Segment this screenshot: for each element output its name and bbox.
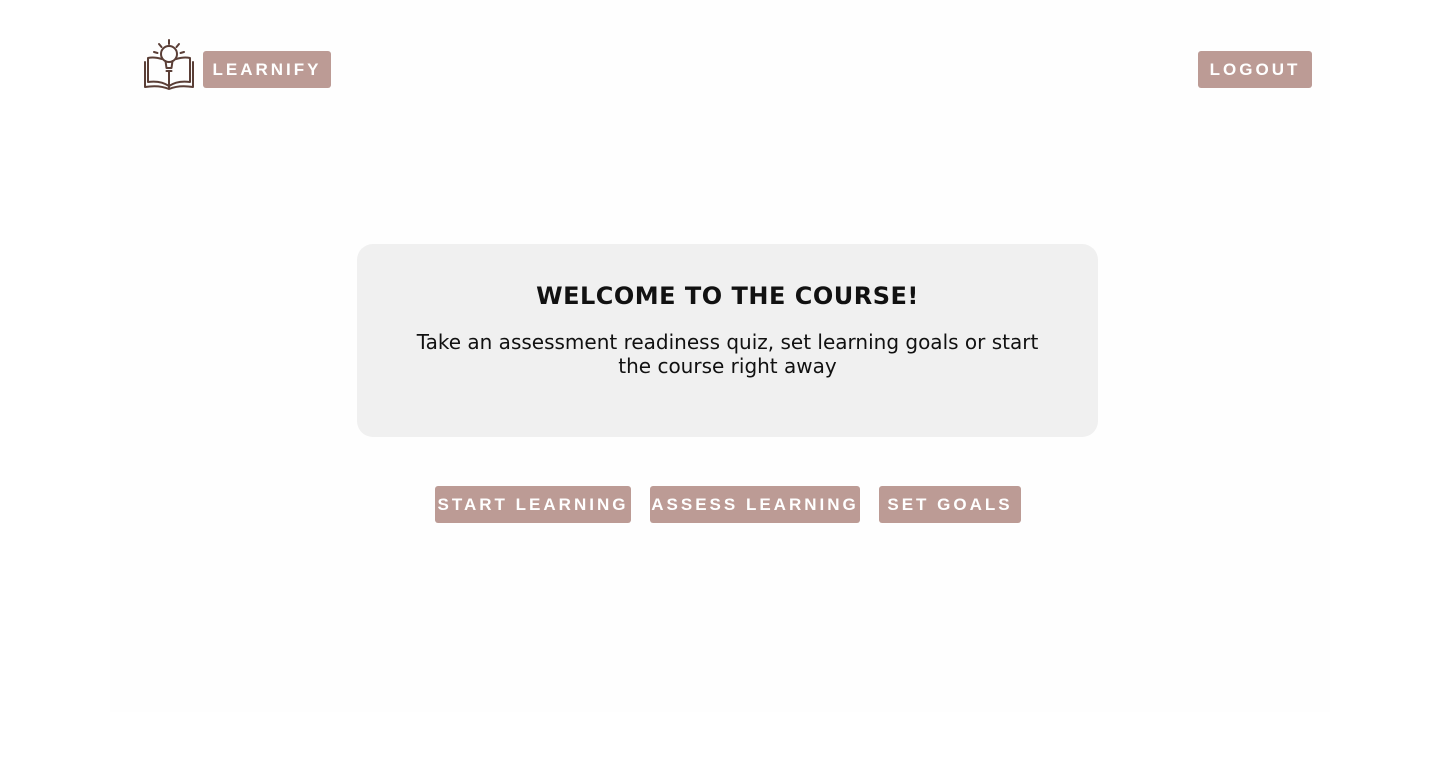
page: LEARNIFY LOGOUT WELCOME TO THE COURSE! T… (0, 0, 1440, 768)
welcome-title: WELCOME TO THE COURSE! (536, 282, 919, 310)
welcome-subtitle: Take an assessment readiness quiz, set l… (416, 330, 1039, 378)
book-lightbulb-icon[interactable] (142, 38, 196, 92)
logout-button[interactable]: LOGOUT (1198, 51, 1312, 88)
set-goals-button[interactable]: SET GOALS (879, 486, 1021, 523)
welcome-card: WELCOME TO THE COURSE! Take an assessmen… (357, 244, 1098, 437)
start-learning-button[interactable]: START LEARNING (435, 486, 631, 523)
header: LEARNIFY LOGOUT (0, 0, 1440, 110)
assess-learning-button[interactable]: ASSESS LEARNING (650, 486, 860, 523)
brand-button[interactable]: LEARNIFY (203, 51, 331, 88)
